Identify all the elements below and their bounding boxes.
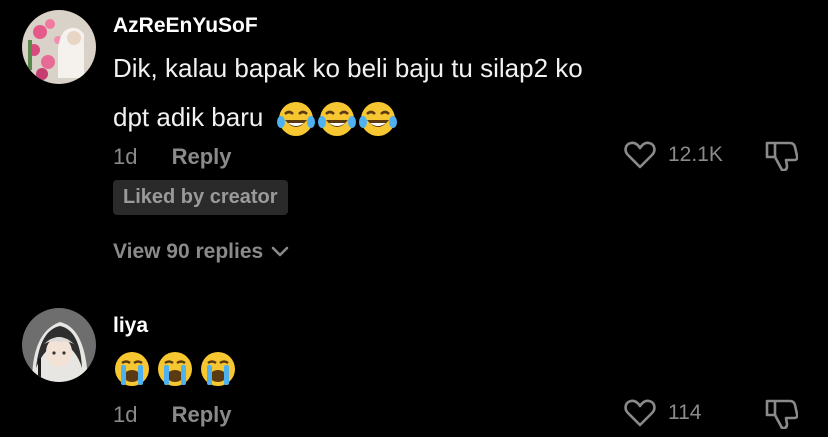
comment-text-line: Dik, kalau bapak ko beli baju tu silap2 … [113,53,583,83]
dislike-button[interactable] [764,139,799,176]
comment-meta: 1d Reply [113,144,232,170]
like-count: 12.1K [668,143,723,166]
view-replies-button[interactable]: View 90 replies [113,240,289,264]
username[interactable]: AzReEnYuSoF [113,14,258,38]
like-button[interactable]: 12.1K [624,140,723,170]
like-button[interactable]: 114 [624,398,701,428]
like-count: 114 [668,401,702,424]
avatar[interactable] [22,308,96,382]
liked-by-creator-badge: Liked by creator [113,180,288,215]
comment-text-line: dpt adik baru [113,102,264,132]
laughing-tears-emoji [276,102,397,137]
dislike-button[interactable] [764,397,799,434]
comment-text-line-2: dpt adik baru [113,96,583,139]
thumbs-down-icon [765,141,799,172]
crying-emoji [115,352,235,386]
thumbs-down-icon [765,399,799,430]
comment-text: Dik, kalau bapak ko beli baju tu silap2 … [113,47,583,139]
comment-emoji [113,350,237,393]
heart-icon [624,399,656,427]
comment-meta: 1d Reply [113,402,232,428]
reply-button[interactable]: Reply [172,144,232,169]
username[interactable]: liya [113,314,148,338]
view-replies-label: View 90 replies [113,240,264,263]
chevron-down-icon [271,246,289,257]
reply-button[interactable]: Reply [172,402,232,427]
heart-icon [624,141,656,169]
avatar[interactable] [22,10,96,84]
timestamp: 1d [113,144,138,169]
timestamp: 1d [113,402,138,427]
